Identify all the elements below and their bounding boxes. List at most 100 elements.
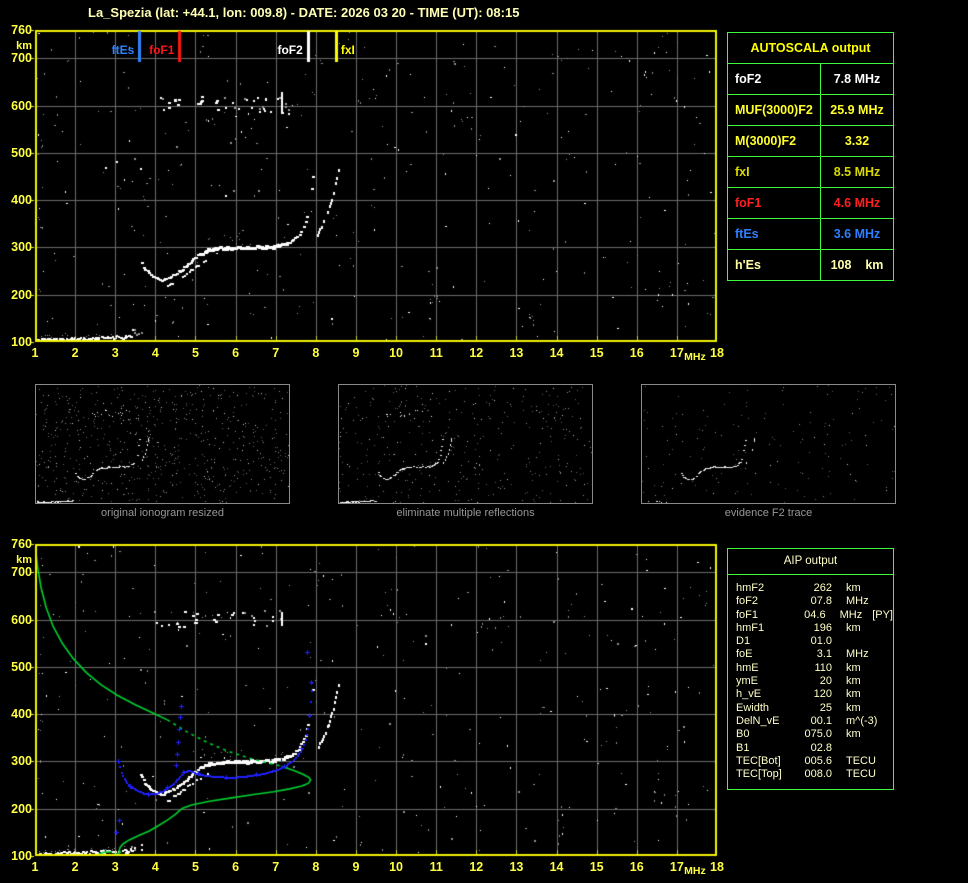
marker-label-foF2: foF2 [277,43,303,57]
aip-param-unit: km [846,688,861,701]
aip-param-value: 110 [814,661,832,674]
aip-param-name: TEC[Bot] [736,754,781,767]
top-ionogram-plot [28,26,720,346]
x-tick-label-bottom: 3 [111,860,119,874]
autoscala-param-value: 3.6 MHz [833,227,881,241]
aip-row-foE: foE 3.1 MHz [736,648,893,661]
aip-table-body: hmF2 262 km foF2 07.8 MHz foF1 04.6 MHz [PY] hmF1 1… [728,575,893,789]
thumbnail-original-canvas [36,385,289,503]
aip-param-note: [PY] [872,608,893,621]
aip-param-name: foE [736,648,753,661]
x-tick-label-top: 13 [509,346,524,360]
y-tick-label-bottom: 760 [11,537,32,551]
x-tick-label-bottom: 10 [389,860,403,874]
aip-param-value: 04.6 [804,608,826,621]
x-tick-label-bottom: 4 [151,860,159,874]
aip-row-TEC[Top]: TEC[Top] 008.0 TECU [736,768,893,781]
autoscala-row-foF2: foF2 7.8 MHz [728,64,893,95]
aip-param-value: 02.8 [810,741,832,754]
autoscala-param-label: foF1 [728,188,821,218]
x-tick-label-bottom: 9 [352,860,360,874]
x-tick-label-top: 2 [71,346,79,360]
y-tick-label-top: 600 [11,98,32,113]
aip-param-name: B1 [736,741,750,754]
autoscala-row-fxI: fxI 8.5 MHz [728,157,893,188]
bottom-ionogram-canvas [28,540,720,860]
x-tick-label-top: 16 [629,346,644,360]
aip-row-foF2: foF2 07.8 MHz [736,595,893,608]
aip-row-hmF1: hmF1 196 km [736,622,893,635]
y-tick-label-bottom: 500 [11,659,32,674]
y-tick-label-bottom: 700 [11,565,32,580]
aip-table-title: AIP output [728,549,893,575]
autoscala-param-value: 3.32 [844,134,870,148]
thumbnail-evidence-f2 [641,384,896,504]
aip-param-unit: km [846,621,861,634]
aip-param-name: hmE [736,661,759,674]
aip-param-value: 196 [813,621,832,634]
x-tick-label-top: 7 [272,346,280,360]
aip-param-unit: km [846,728,861,741]
aip-param-value: 008.0 [804,768,832,781]
aip-param-value: 20 [819,675,832,688]
aip-param-unit: km [846,661,861,674]
autoscala-row-h'Es: h'Es 108 km [728,250,893,280]
autoscala-row-ftEs: ftEs 3.6 MHz [728,219,893,250]
aip-param-unit: km [846,701,861,714]
y-tick-label-top: 500 [11,145,32,160]
y-tick-label-top: 300 [11,240,32,255]
y-axis-unit-bottom: km [16,554,32,566]
thumbnail-original-ionogram [35,384,290,504]
aip-row-B0: B0 075.0 km [736,728,893,741]
autoscala-param-label: h'Es [728,250,821,280]
y-tick-label-bottom: 200 [11,801,32,816]
bottom-ionogram-plot [28,540,720,860]
x-tick-label-top: 11 [429,346,443,360]
marker-label-fxI: fxI [340,43,355,57]
x-tick-label-top: 4 [151,346,159,360]
aip-param-value: 005.6 [804,754,832,767]
autoscala-table-body: foF2 7.8 MHz MUF(3000)F2 25.9 MHz M(3000)F2 3… [728,64,893,280]
aip-param-unit: TECU [846,754,876,767]
autoscala-param-label: foF2 [728,64,821,94]
y-tick-label-top: 760 [11,23,32,37]
autoscala-row-M(3000)F2: M(3000)F2 3.32 [728,126,893,157]
aip-param-name: foF1 [736,608,759,621]
x-tick-label-top: 15 [589,346,604,360]
aip-row-DelN_vE: DelN_vE 00.1 m^(-3) [736,715,893,728]
marker-label-foF1: foF1 [149,43,175,57]
x-tick-label-bottom: 12 [469,860,484,874]
y-tick-label-bottom: 400 [11,707,32,722]
x-tick-label-bottom: 14 [549,860,564,874]
aip-row-TEC[Bot]: TEC[Bot] 005.6 TECU [736,755,893,768]
aip-row-foF1: foF1 04.6 MHz [PY] [736,609,893,622]
x-tick-label-top: 8 [312,346,320,360]
aip-param-name: Ewidth [736,701,770,714]
autoscala-row-MUF(3000)F2: MUF(3000)F2 25.9 MHz [728,95,893,126]
y-tick-label-bottom: 600 [11,612,32,627]
x-tick-label-top: 18 [710,346,724,360]
aip-param-value: 120 [813,688,832,701]
aip-row-hmF2: hmF2 262 km [736,582,893,595]
aip-param-unit: m^(-3) [846,714,878,727]
station-date-title: La_Spezia (lat: +44.1, lon: 009.8) - DAT… [88,5,520,20]
x-tick-label-bottom: 13 [509,860,524,874]
aip-row-h_vE: h_vE 120 km [736,688,893,701]
aip-param-value: 07.8 [810,595,832,608]
aip-param-unit: MHz [839,608,863,621]
aip-param-name: foF2 [736,595,759,608]
autoscala-output-table: AUTOSCALA output foF2 7.8 MHz MUF(3000)F2 2… [727,32,894,281]
aip-param-unit: km [846,675,861,688]
x-tick-label-bottom: 11 [429,860,443,874]
x-tick-label-bottom: 7 [272,860,280,874]
y-tick-label-top: 700 [11,51,32,66]
autoscala-param-value: 8.5 MHz [833,165,881,179]
x-tick-label-bottom: 15 [589,860,604,874]
autoscala-table-title: AUTOSCALA output [728,33,893,64]
aip-param-unit: km [846,582,861,594]
thumbnail-eliminate-reflections [338,384,593,504]
aip-param-name: hmF1 [736,621,765,634]
x-tick-label-top: 3 [111,346,119,360]
aip-param-value: 00.1 [810,714,832,727]
y-axis-unit-top: km [16,40,32,52]
